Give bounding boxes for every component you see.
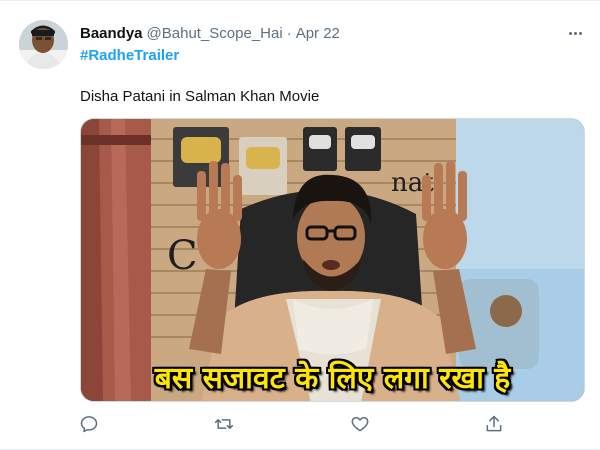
more-options-icon[interactable] (563, 23, 587, 43)
share-icon[interactable] (482, 412, 506, 436)
heart-icon[interactable] (348, 412, 372, 436)
tweet-header: Baandya @Bahut_Scope_Hai · Apr 22 (80, 23, 340, 43)
hashtag-link[interactable]: #RadheTrailer (80, 47, 179, 64)
reply-icon[interactable] (77, 412, 101, 436)
svg-text:C: C (167, 233, 198, 279)
retweet-icon[interactable] (212, 412, 236, 436)
user-handle[interactable]: @Bahut_Scope_Hai (147, 25, 283, 42)
display-name[interactable]: Baandya (80, 25, 143, 42)
tweet-media-image[interactable]: C nati बस सजावट के लिए लगा रखा है (80, 118, 585, 402)
avatar[interactable] (19, 20, 68, 69)
tweet-date[interactable]: Apr 22 (296, 25, 340, 42)
meme-subtitle: बस सजावट के लिए लगा रखा है (154, 361, 511, 396)
tweet-card[interactable]: Baandya @Bahut_Scope_Hai · Apr 22 #Radhe… (0, 0, 600, 450)
separator-dot: · (286, 24, 292, 42)
tweet-text: Disha Patani in Salman Khan Movie (80, 88, 320, 105)
tweet-actions (80, 412, 585, 436)
